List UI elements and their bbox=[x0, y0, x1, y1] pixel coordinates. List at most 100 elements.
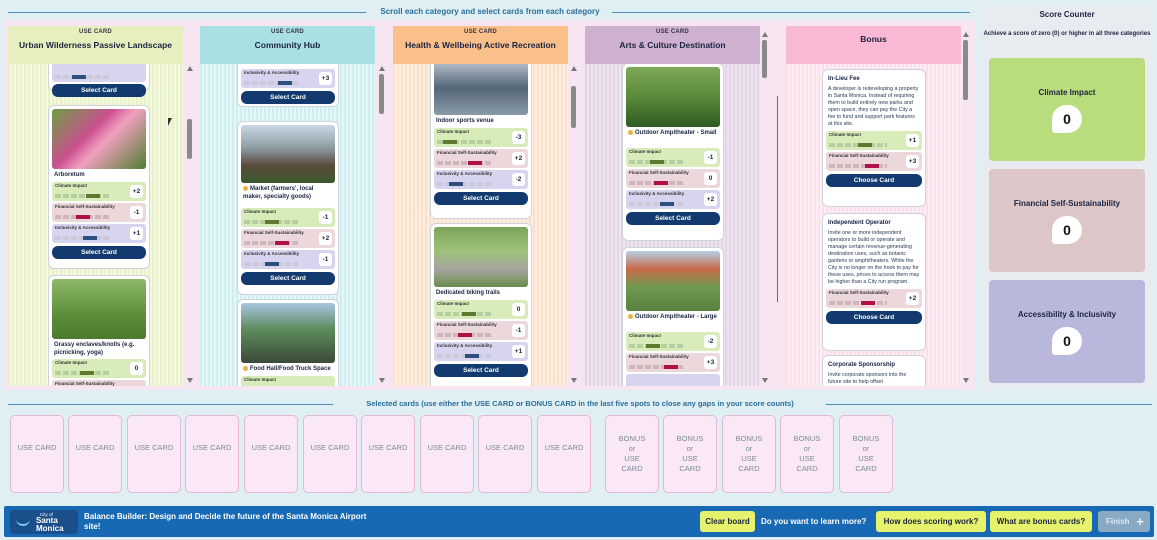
column-scrollbar[interactable] bbox=[963, 30, 969, 386]
card-name-text: Outdoor Ampitheater - Large bbox=[635, 314, 717, 321]
card-photo bbox=[241, 303, 335, 363]
scoring-help-button[interactable]: How does scoring work? bbox=[876, 511, 986, 532]
access-row: Inclusivity & Accessibility +1 bbox=[434, 342, 528, 361]
access-row bbox=[626, 374, 720, 386]
access-score: +1 bbox=[512, 345, 525, 358]
financial-row: Financial Self-Sustainability -1 bbox=[52, 203, 146, 222]
select-card-button[interactable]: Select Card bbox=[434, 364, 528, 377]
select-card-button[interactable]: Select Card bbox=[52, 246, 146, 259]
divider bbox=[8, 12, 366, 13]
metric-label: Financial Self-Sustainability bbox=[55, 381, 115, 386]
use-card-slot[interactable]: USE CARD bbox=[303, 415, 357, 493]
metric-row bbox=[52, 64, 146, 82]
column-scroll-area[interactable]: Inclusivity & Accessibility +3 Select Car… bbox=[200, 64, 375, 386]
select-card-button[interactable]: Select Card bbox=[52, 84, 146, 97]
column-title: Arts & Culture Destination bbox=[619, 40, 726, 50]
card-name: Outdoor Ampitheater - Small bbox=[628, 130, 718, 146]
category-dot-icon bbox=[243, 186, 248, 191]
slot-label: USE CARD bbox=[75, 443, 115, 452]
use-card-slot[interactable]: USE CARD bbox=[361, 415, 415, 493]
slot-label: or bbox=[745, 444, 753, 453]
access-score: -2 bbox=[512, 173, 525, 186]
card-photo bbox=[434, 227, 528, 287]
column-scrollbar[interactable] bbox=[187, 64, 193, 386]
column-scrollbar[interactable] bbox=[762, 30, 768, 386]
select-card-button[interactable]: Select Card bbox=[626, 212, 720, 225]
choose-card-button[interactable]: Choose Card bbox=[826, 311, 922, 324]
use-card-slot[interactable]: USE CARD bbox=[185, 415, 239, 493]
use-card-slot[interactable]: USE CARD bbox=[420, 415, 474, 493]
wave-icon bbox=[16, 516, 30, 526]
climate-row: Climate Impact -3 bbox=[434, 128, 528, 147]
use-card-slot[interactable]: USE CARD bbox=[10, 415, 64, 493]
metric-label: Inclusivity & Accessibility bbox=[437, 171, 493, 176]
slot-label: USE CARD bbox=[485, 443, 525, 452]
bonus-help-button[interactable]: What are bonus cards? bbox=[990, 511, 1092, 532]
column-header: USE CARD Community Hub bbox=[200, 26, 375, 64]
logo-name: Santa Monica bbox=[36, 517, 64, 533]
card-photo bbox=[52, 109, 146, 169]
column-sub: USE CARD bbox=[464, 29, 497, 35]
use-card-slot[interactable]: USE CARD bbox=[478, 415, 532, 493]
counter-value: 0 bbox=[1052, 105, 1082, 133]
access-score: +2 bbox=[704, 193, 717, 206]
financial-counter: Financial Self-Sustainability 0 bbox=[989, 169, 1145, 272]
select-card-button[interactable]: Select Card bbox=[241, 272, 335, 285]
column-sub: USE CARD bbox=[271, 29, 304, 35]
learn-more-label: Do you want to learn more? bbox=[761, 517, 867, 526]
card-name: Corporate Sponsorship bbox=[828, 362, 896, 368]
card-description: Invite one or more independent operators… bbox=[828, 230, 920, 285]
select-card-button[interactable]: Select Card bbox=[434, 192, 528, 205]
card-name: Food Hall/Food Truck Space bbox=[243, 366, 333, 374]
card-name: Market (farmers', local maker, specialty… bbox=[243, 186, 333, 206]
use-card-slot[interactable]: USE CARD bbox=[68, 415, 122, 493]
slot-label: USE CARD bbox=[251, 443, 291, 452]
finish-button[interactable]: Finish + bbox=[1098, 511, 1150, 532]
slot-label: BONUS bbox=[676, 434, 704, 443]
clear-board-button[interactable]: Clear board bbox=[700, 511, 755, 532]
climate-row: Climate Impact +2 bbox=[52, 182, 146, 201]
climate-score: -1 bbox=[319, 211, 332, 224]
slot-label: BONUS bbox=[793, 434, 821, 443]
access-row: Inclusivity & Accessibility +1 bbox=[52, 224, 146, 243]
column-title: Community Hub bbox=[254, 40, 321, 50]
card-in-lieu-fee: In-Lieu Fee A developer is redeveloping … bbox=[823, 70, 925, 206]
use-card-slot[interactable]: USE CARD bbox=[244, 415, 298, 493]
metric-label: Climate Impact bbox=[244, 377, 277, 382]
column-scrollbar[interactable] bbox=[379, 64, 385, 386]
column-header: USE CARD Urban Wilderness Passive Landsc… bbox=[8, 26, 183, 64]
slot-label: CARD bbox=[855, 464, 877, 473]
column-scroll-area[interactable]: Outdoor Ampitheater - Small Climate Impa… bbox=[585, 64, 760, 386]
column-arts-culture: USE CARD Arts & Culture Destination Outd… bbox=[585, 26, 760, 386]
metric-label: Inclusivity & Accessibility bbox=[55, 225, 111, 230]
card-market: Market (farmers', local maker, specialty… bbox=[238, 122, 338, 294]
bonus-card-slot[interactable]: BONUS or USE CARD bbox=[839, 415, 893, 493]
column-scroll-area[interactable]: In-Lieu Fee A developer is redeveloping … bbox=[786, 64, 961, 386]
slot-label: USE CARD bbox=[192, 443, 232, 452]
slot-label: USE bbox=[624, 454, 640, 463]
bonus-card-slot[interactable]: BONUS or USE CARD bbox=[663, 415, 717, 493]
slot-label: USE CARD bbox=[368, 443, 408, 452]
column-scrollbar[interactable] bbox=[571, 64, 577, 386]
bonus-card-slot[interactable]: BONUS or USE CARD bbox=[722, 415, 776, 493]
financial-row: Financial Self-Sustainability -1 bbox=[434, 321, 528, 340]
metric-label: Financial Self-Sustainability bbox=[437, 322, 497, 327]
use-card-slot[interactable]: USE CARD bbox=[127, 415, 181, 493]
card-photo bbox=[52, 279, 146, 339]
slot-label: CARD bbox=[679, 464, 701, 473]
select-card-button[interactable]: Select Card bbox=[241, 91, 335, 104]
choose-card-button[interactable]: Choose Card bbox=[826, 174, 922, 187]
bonus-card-slot[interactable]: BONUS or USE CARD bbox=[605, 415, 659, 493]
financial-row: Financial Self-Sustainability +2 bbox=[434, 149, 528, 168]
metric-label: Climate Impact bbox=[55, 183, 88, 188]
counter-label: Accessibility & Inclusivity bbox=[1017, 310, 1117, 319]
column-scroll-area[interactable]: Select Card Arboretum Climate Impact +2 F… bbox=[8, 64, 183, 386]
card-name: In-Lieu Fee bbox=[828, 76, 860, 82]
metric-label: Financial Self-Sustainability bbox=[244, 230, 304, 235]
climate-score: +1 bbox=[906, 134, 919, 147]
metric-label: Climate Impact bbox=[829, 132, 862, 137]
metric-label: Financial Self-Sustainability bbox=[629, 170, 689, 175]
use-card-slot[interactable]: USE CARD bbox=[537, 415, 591, 493]
bonus-card-slot[interactable]: BONUS or USE CARD bbox=[780, 415, 834, 493]
column-scroll-area[interactable]: Indoor sports venue Climate Impact -3 Fin… bbox=[393, 64, 568, 386]
